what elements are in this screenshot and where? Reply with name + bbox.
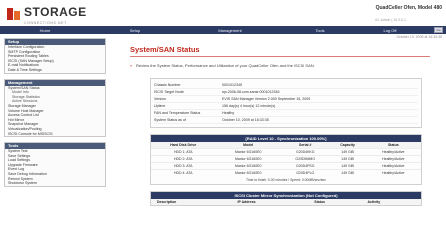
- info-row: Chassis Number 0001012345: [154, 82, 418, 89]
- info-row: Version EVIS SAN Manager Version 2.000 Se…: [154, 96, 418, 103]
- info-value: 156 day(s) 4 hour(s) 12 minute(s): [222, 104, 276, 108]
- mirror-column-header: Activity: [361, 199, 421, 205]
- sidebar-item[interactable]: Date & Time Settings: [5, 68, 105, 73]
- nav-home[interactable]: Home: [0, 28, 90, 33]
- sidebar-group-setup: Setup Interface Configuration SMTP Configu…: [4, 38, 106, 74]
- info-row: ISCSI Target Node iqn.2006-08.com.sansr:0…: [154, 89, 418, 96]
- sidebar-item[interactable]: ISCSI Console for MSISCSI: [5, 132, 105, 137]
- info-value: EVIS SAN Manager Version 2.000 September…: [222, 97, 311, 101]
- table-cell: G20D4KKG: [280, 148, 330, 156]
- table-row: HDD 2: ATA Maxtor 6G160E0 G20D5MMG 149 GiB H…: [151, 155, 421, 163]
- table-row: HDD 1: ATA Maxtor 6G160E0 G20D4KKG 149 GiB H…: [151, 148, 421, 156]
- sidebar: Setup Interface Configuration SMTP Configu…: [4, 38, 106, 192]
- model-name: QuadCeller Ofen, Model 480: [375, 5, 442, 11]
- info-key: Version: [154, 97, 166, 101]
- page-title: System/SAN Status: [130, 45, 200, 54]
- info-key: System Status as of: [154, 118, 186, 122]
- info-row: System Status as of October 10, 2009 at 1…: [154, 117, 418, 124]
- logo-text: STORAGE: [24, 5, 87, 19]
- info-value: iqn.2006-08.com.sansr:0001012345: [222, 90, 280, 94]
- table-cell: G20D5MMG: [280, 155, 330, 163]
- info-key: ISCSI Target Node: [154, 90, 184, 94]
- title-divider: [130, 56, 430, 57]
- table-cell: HDD 3: ATA: [151, 162, 216, 170]
- info-value: October 10, 2009 at 16:33:35: [222, 118, 269, 122]
- table-row: HDD 3: ATA Maxtor 6G160E0 G20D4PSG 149 GiB H…: [151, 162, 421, 170]
- nav-setup[interactable]: Setup: [90, 28, 180, 33]
- raid-time-note: Time to finish: 0.00 minutes / Speed: 0.…: [246, 178, 326, 182]
- logo: STORAGE CONNECTIONS.NET: [6, 3, 87, 25]
- table-cell: Healthy/Active: [365, 148, 421, 156]
- info-row: FAN and Temperature Status Healthy: [154, 110, 418, 117]
- mirror-column-header: IP Address: [231, 199, 309, 205]
- system-info-panel: Chassis Number 0001012345 ISCSI Target Nod…: [150, 78, 422, 128]
- raid-table: Hard Disk Drive Model Serial # Capacity Stat…: [151, 142, 421, 176]
- logo-subtext: CONNECTIONS.NET: [24, 21, 67, 25]
- table-cell: 149 GiB: [329, 155, 366, 163]
- table-cell: Maxtor 6G160E0: [215, 155, 281, 163]
- nav-tools[interactable]: Tools: [280, 28, 360, 33]
- main-nav: Home Setup Management Tools Log Off Go: [0, 26, 446, 34]
- info-row: Uptime 156 day(s) 4 hour(s) 12 minute(s): [154, 103, 418, 110]
- table-cell: G20D4PSG: [280, 162, 330, 170]
- raid-panel: [RAID Level 10 - Synchronization 100.00%…: [150, 134, 422, 185]
- mirror-table: Description IP Address Status Activity: [151, 199, 421, 205]
- table-cell: Maxtor 6G160E0: [215, 148, 281, 156]
- sidebar-group-management: Management System/SAN Status Model Info Sto…: [4, 78, 106, 138]
- logo-icon: [7, 8, 20, 20]
- mirror-column-header: Status: [308, 199, 362, 205]
- info-value: 0001012345: [222, 83, 242, 87]
- info-value: Healthy: [222, 111, 235, 115]
- table-cell: Maxtor 6G160E0: [215, 162, 281, 170]
- nav-management[interactable]: Management: [180, 28, 280, 33]
- intro-text: Review the System Status, Performance an…: [130, 63, 440, 68]
- sidebar-group-tools: Tools System Test Save Settings Load Settin…: [4, 142, 106, 187]
- table-cell: 149 GiB: [329, 162, 366, 170]
- main-content: System/SAN Status Review the System Stat…: [130, 38, 440, 206]
- info-key: Uptime: [154, 104, 166, 108]
- mirror-column-header: Description: [151, 199, 232, 205]
- info-key: Chassis Number: [154, 83, 181, 87]
- table-cell: Healthy/Active: [365, 155, 421, 163]
- table-cell: 149 GiB: [329, 148, 366, 156]
- raid-heading: [RAID Level 10 - Synchronization 100.00%…: [151, 135, 421, 142]
- table-cell: HDD 1: ATA: [151, 148, 216, 156]
- app-header: STORAGE CONNECTIONS.NET QuadCeller Ofen,…: [0, 0, 446, 26]
- info-key: FAN and Temperature Status: [154, 111, 201, 115]
- go-button[interactable]: Go: [434, 27, 443, 33]
- table-cell: HDD 2: ATA: [151, 155, 216, 163]
- nav-logoff[interactable]: Log Off: [360, 28, 420, 33]
- mirror-panel: ISCSI Cluster Mirror Synchronization (No…: [150, 191, 422, 206]
- mirror-heading: ISCSI Cluster Mirror Synchronization (No…: [151, 192, 421, 199]
- sidebar-item[interactable]: Shutdown System: [5, 181, 105, 186]
- user-info: ID: Admin | 10.0.0.1: [375, 18, 406, 22]
- table-cell: Healthy/Active: [365, 162, 421, 170]
